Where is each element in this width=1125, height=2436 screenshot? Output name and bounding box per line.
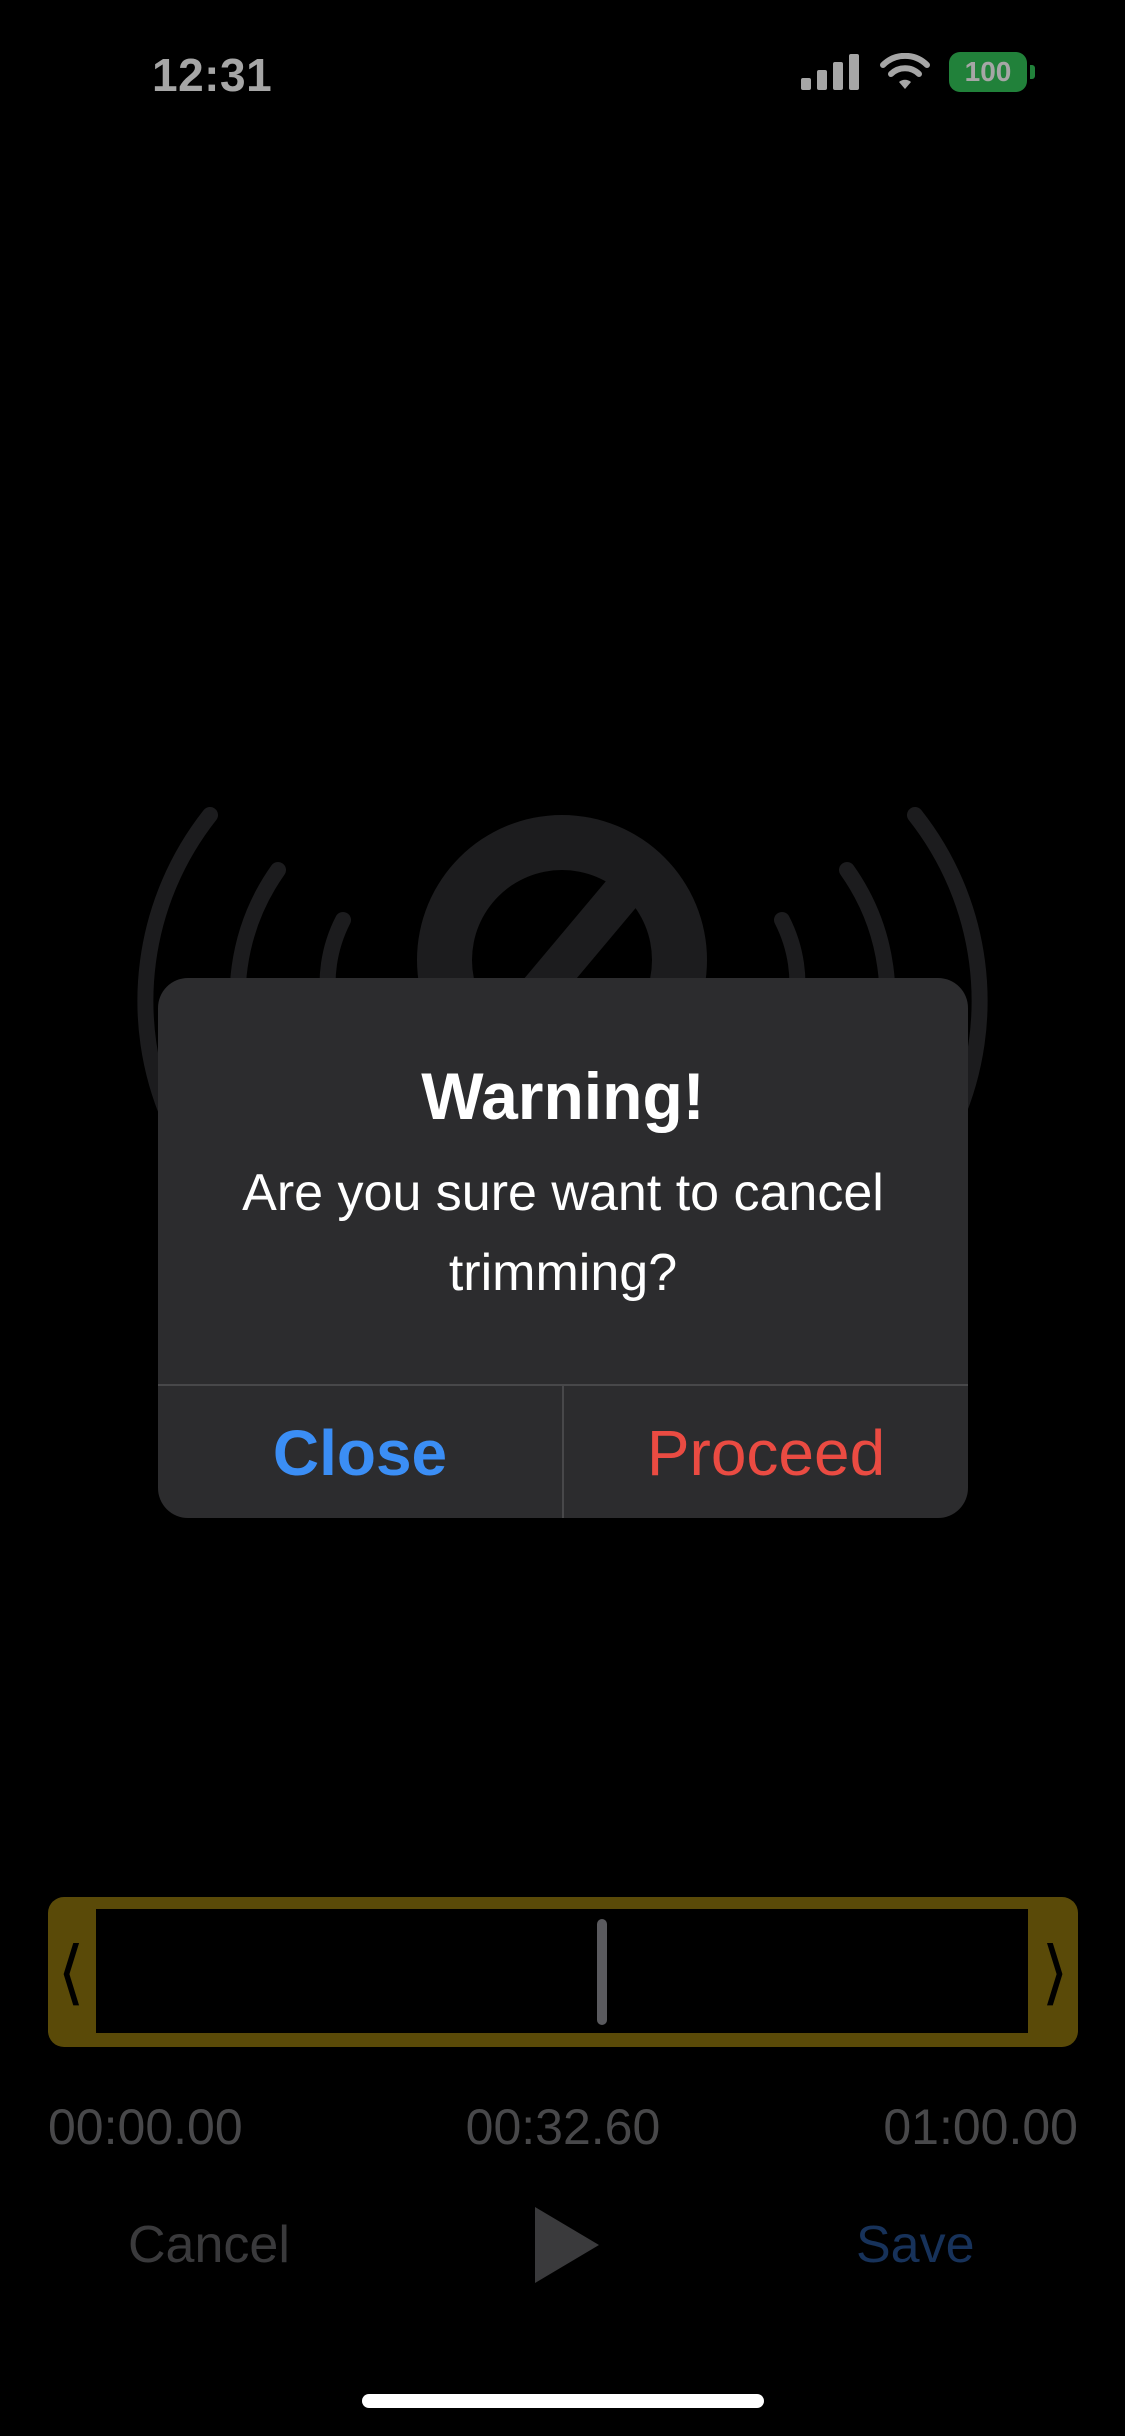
- trim-start-handle[interactable]: ⟨: [48, 1897, 94, 2047]
- time-labels: 00:00.00 00:32.60 01:00.00: [48, 2098, 1078, 2156]
- waveform-area: [96, 1909, 1028, 2033]
- proceed-button[interactable]: Proceed: [564, 1386, 968, 1518]
- alert-button-row: Close Proceed: [158, 1384, 968, 1518]
- close-button[interactable]: Close: [158, 1386, 564, 1518]
- play-icon[interactable]: [533, 2205, 603, 2290]
- playhead[interactable]: [597, 1919, 608, 2025]
- warning-alert: Warning! Are you sure want to cancel tri…: [158, 978, 968, 1518]
- end-time: 01:00.00: [883, 2099, 1078, 2155]
- current-time: 00:32.60: [465, 2099, 661, 2155]
- trim-end-handle[interactable]: ⟩: [1032, 1897, 1078, 2047]
- cancel-button[interactable]: Cancel: [128, 2215, 290, 2275]
- bottom-actions: Cancel Save: [0, 2205, 1125, 2295]
- home-indicator[interactable]: [362, 2394, 764, 2408]
- alert-message: Are you sure want to cancel trimming?: [242, 1164, 884, 1302]
- save-button[interactable]: Save: [856, 2215, 975, 2275]
- alert-title: Warning!: [421, 1059, 705, 1133]
- trim-range-bar: ⟨ ⟩: [48, 1897, 1078, 2047]
- start-time: 00:00.00: [48, 2099, 243, 2155]
